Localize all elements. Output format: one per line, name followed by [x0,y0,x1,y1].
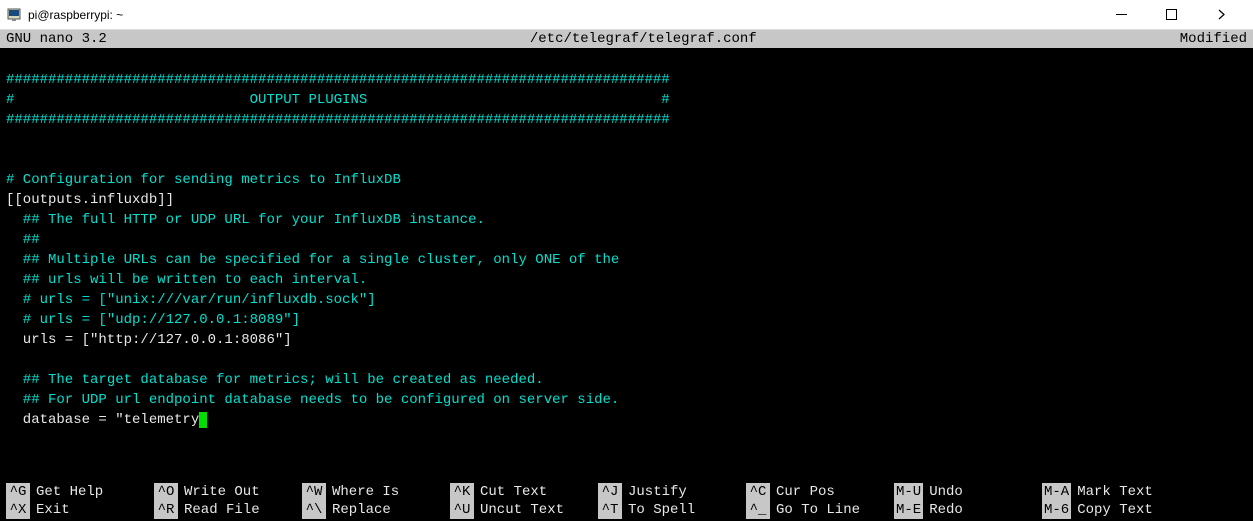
shortcut-label: Cur Pos [776,483,835,501]
shortcut-key: M-A [1042,483,1071,501]
editor-line [6,150,1247,170]
shortcut-label: Exit [36,501,70,519]
shortcut-key: ^T [598,501,622,519]
shortcut-label: Copy Text [1077,501,1153,519]
editor-line: ########################################… [6,110,1247,130]
shortcut-label: Undo [929,483,963,501]
text-cursor [199,412,207,428]
shortcut-item[interactable]: M-U Undo [894,483,1042,501]
editor-line: ## Multiple URLs can be specified for a … [6,250,1247,270]
shortcut-label: Mark Text [1077,483,1153,501]
window-controls [1105,3,1247,27]
shortcut-item[interactable]: ^J Justify [598,483,746,501]
shortcut-item[interactable]: M-A Mark Text [1042,483,1190,501]
shortcut-item[interactable]: ^C Cur Pos [746,483,894,501]
minimize-button[interactable] [1105,3,1137,27]
editor-line: # urls = ["udp://127.0.0.1:8089"] [6,310,1247,330]
shortcut-key: ^G [6,483,30,501]
shortcut-item[interactable]: ^X Exit [6,501,154,519]
scroll-right-button[interactable] [1205,3,1237,27]
nano-shortcuts: ^G Get Help ^O Write Out ^W Where Is ^K … [0,483,1253,521]
editor-line: ## urls will be written to each interval… [6,270,1247,290]
shortcut-label: Replace [332,501,391,519]
putty-icon [6,7,22,23]
shortcut-label: Redo [929,501,963,519]
editor-line: # OUTPUT PLUGINS # [6,90,1247,110]
shortcut-label: To Spell [628,501,695,519]
shortcut-label: Read File [184,501,260,519]
shortcut-label: Go To Line [776,501,860,519]
shortcut-label: Justify [628,483,687,501]
shortcut-key: M-6 [1042,501,1071,519]
window-titlebar: pi@raspberrypi: ~ [0,0,1253,30]
editor-line: database = "telemetry [6,410,1247,430]
nano-header: GNU nano 3.2 /etc/telegraf/telegraf.conf… [0,30,1253,48]
shortcut-item[interactable]: ^R Read File [154,501,302,519]
maximize-button[interactable] [1155,3,1187,27]
shortcut-item[interactable]: ^T To Spell [598,501,746,519]
shortcut-item[interactable]: ^_ Go To Line [746,501,894,519]
terminal-area[interactable]: GNU nano 3.2 /etc/telegraf/telegraf.conf… [0,30,1253,521]
shortcut-item[interactable]: ^\ Replace [302,501,450,519]
shortcut-item[interactable]: ^U Uncut Text [450,501,598,519]
editor-line [6,350,1247,370]
shortcut-item[interactable]: ^W Where Is [302,483,450,501]
nano-app-name: GNU nano 3.2 [6,31,107,47]
nano-status: Modified [1180,31,1247,47]
editor-line: [[outputs.influxdb]] [6,190,1247,210]
shortcut-label: Write Out [184,483,260,501]
shortcut-label: Uncut Text [480,501,564,519]
shortcut-label: Get Help [36,483,103,501]
shortcut-key: ^U [450,501,474,519]
nano-filename: /etc/telegraf/telegraf.conf [107,31,1180,47]
shortcut-label: Cut Text [480,483,547,501]
shortcut-item[interactable]: M-6 Copy Text [1042,501,1190,519]
shortcut-item[interactable]: ^G Get Help [6,483,154,501]
shortcut-key: ^X [6,501,30,519]
shortcut-key: ^J [598,483,622,501]
editor-line: # Configuration for sending metrics to I… [6,170,1247,190]
editor-line [6,130,1247,150]
shortcut-item[interactable]: ^K Cut Text [450,483,598,501]
shortcut-item[interactable]: ^O Write Out [154,483,302,501]
shortcut-key: M-U [894,483,923,501]
shortcut-label: Where Is [332,483,399,501]
editor-line: ## For UDP url endpoint database needs t… [6,390,1247,410]
editor-line: ########################################… [6,70,1247,90]
shortcut-key: ^_ [746,501,770,519]
editor-line: ## The full HTTP or UDP URL for your Inf… [6,210,1247,230]
shortcut-key: ^O [154,483,178,501]
editor-line: # urls = ["unix:///var/run/influxdb.sock… [6,290,1247,310]
editor-line: ## The target database for metrics; will… [6,370,1247,390]
shortcut-key: ^W [302,483,326,501]
shortcut-key: ^\ [302,501,326,519]
editor-content[interactable]: ########################################… [0,48,1253,430]
shortcut-key: M-E [894,501,923,519]
shortcut-key: ^K [450,483,474,501]
editor-line: urls = ["http://127.0.0.1:8086"] [6,330,1247,350]
shortcut-item[interactable]: M-E Redo [894,501,1042,519]
shortcut-key: ^R [154,501,178,519]
editor-line: ## [6,230,1247,250]
window-title: pi@raspberrypi: ~ [28,8,1105,22]
shortcut-key: ^C [746,483,770,501]
